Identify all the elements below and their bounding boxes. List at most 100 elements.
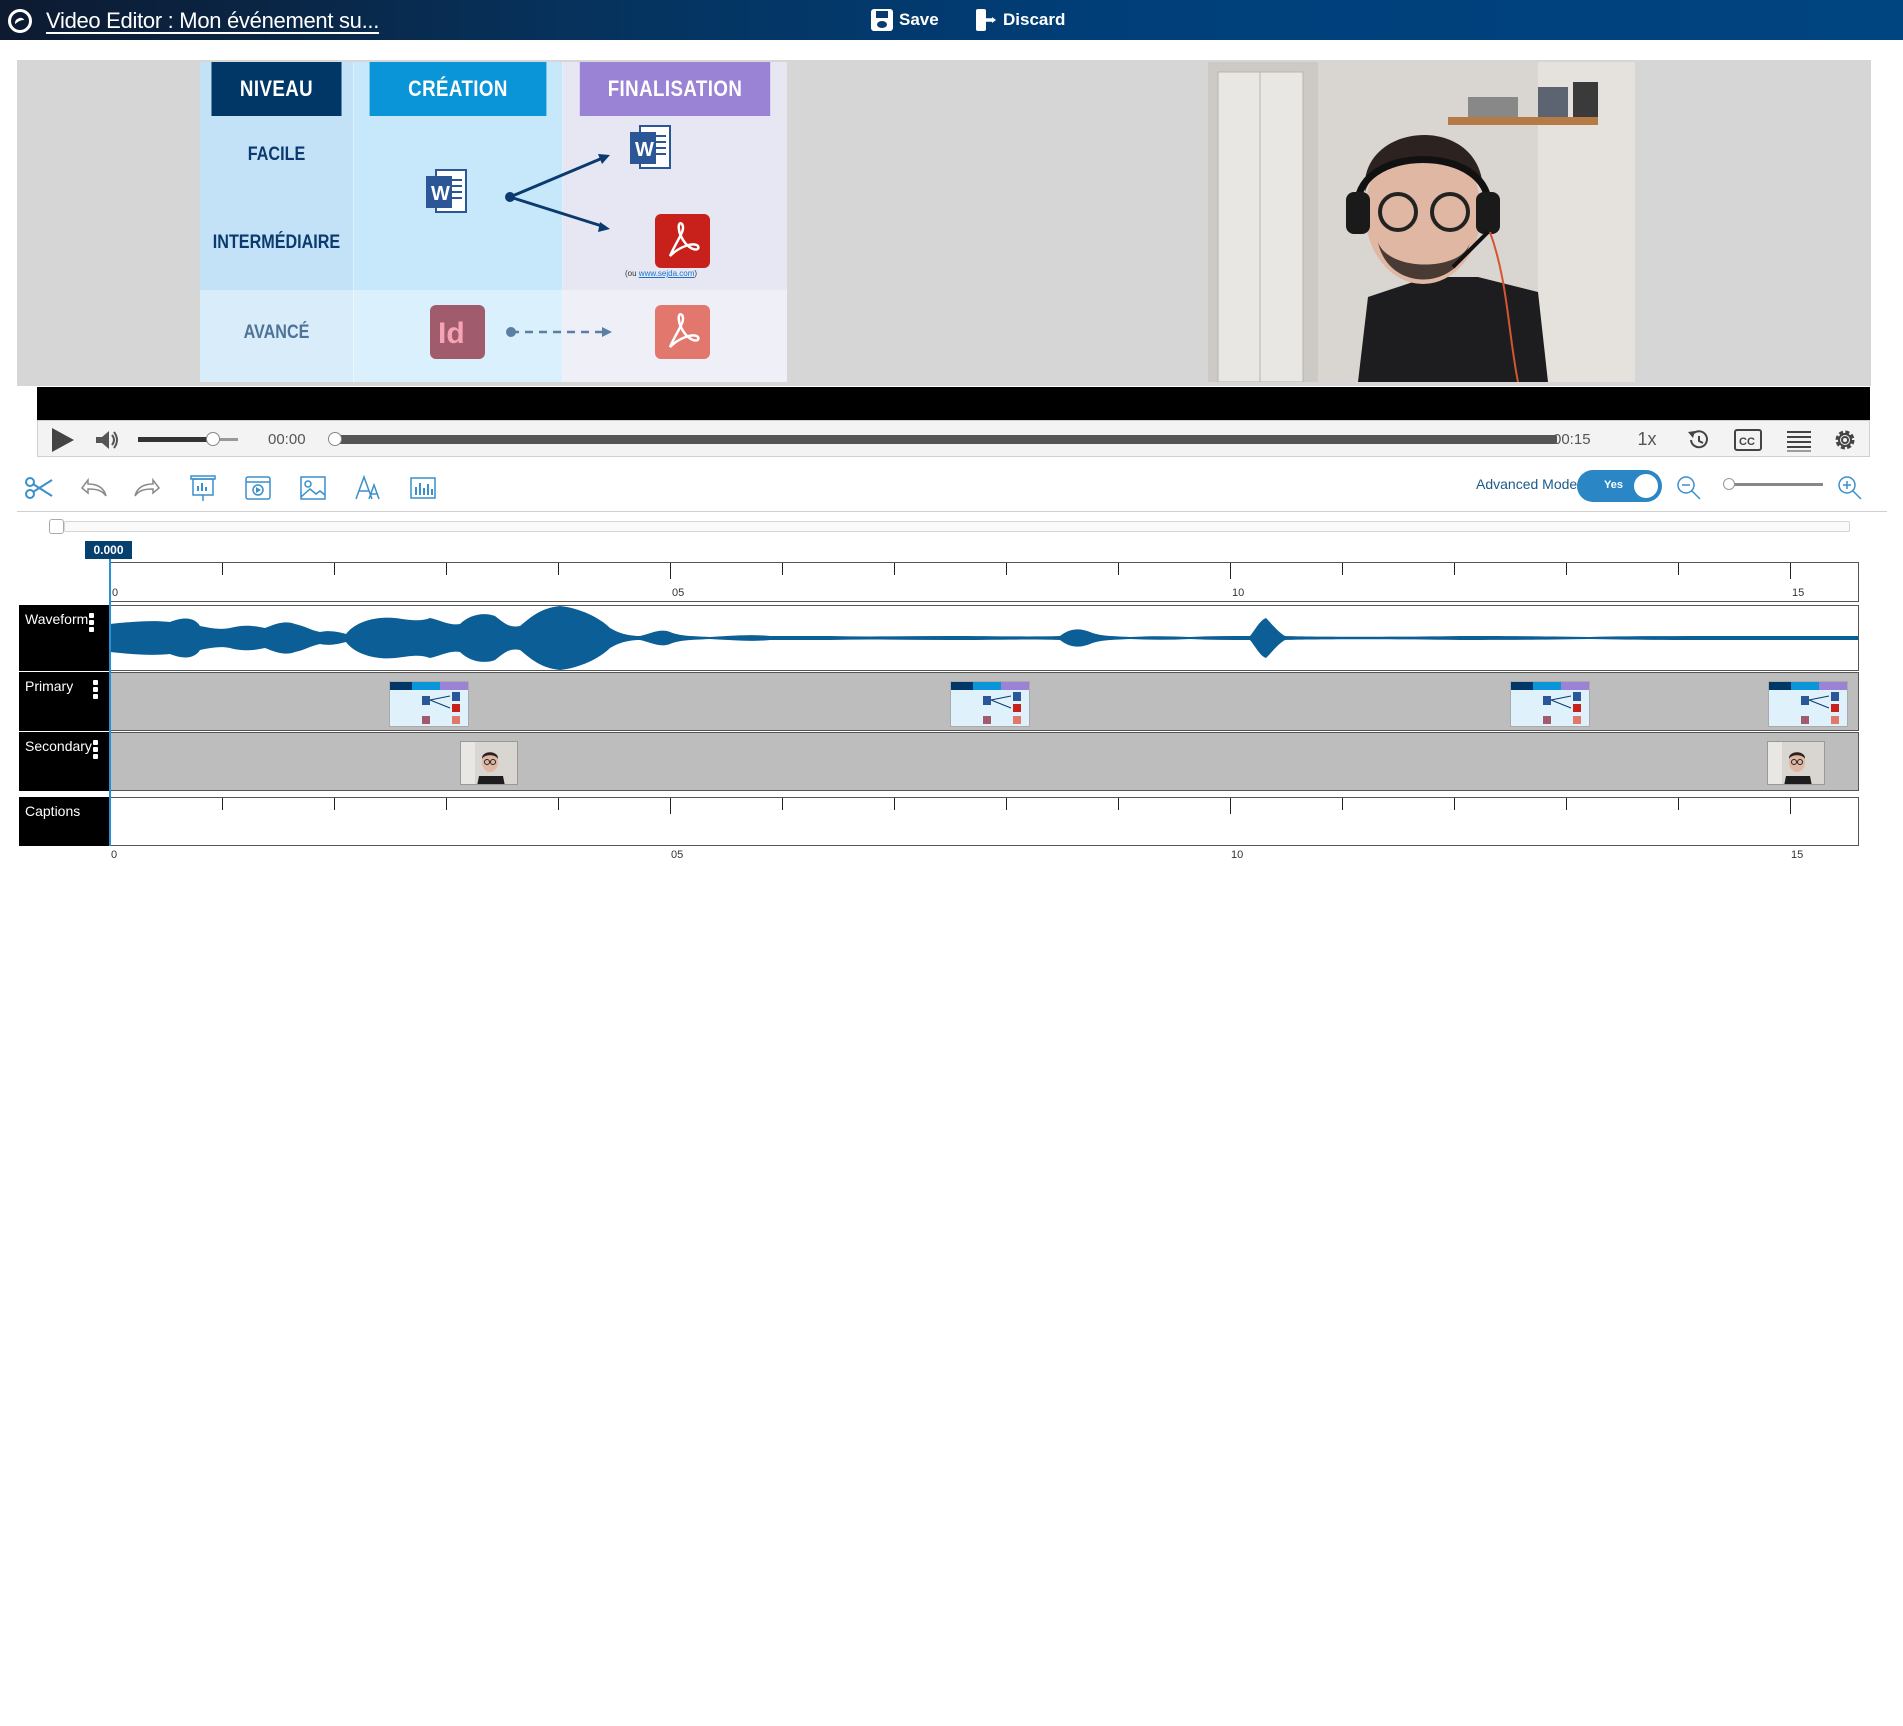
discard-button[interactable]: Discard xyxy=(973,6,1065,34)
primary-clip-thumbnail[interactable] xyxy=(1510,681,1590,727)
ruler-label-bottom: 10 xyxy=(1231,849,1244,861)
word-icon: W xyxy=(426,169,467,213)
seek-bar[interactable] xyxy=(328,432,1557,446)
add-image-button[interactable] xyxy=(296,471,330,505)
track-label-captions: Captions xyxy=(19,797,109,846)
zoom-slider[interactable] xyxy=(1723,478,1823,490)
editor-toolbar: Advanced Mode Yes xyxy=(17,466,1887,510)
video-letterbox xyxy=(37,387,1870,420)
image-icon xyxy=(300,476,326,500)
settings-button[interactable] xyxy=(1828,421,1862,458)
primary-clip-thumbnail[interactable] xyxy=(1768,681,1848,727)
current-time: 00:00 xyxy=(268,431,306,448)
player-controls: 00:00 00:15 1x CC xyxy=(37,420,1870,457)
play-button[interactable] xyxy=(46,421,80,458)
seek-handle[interactable] xyxy=(328,432,342,446)
text-font-icon xyxy=(355,474,380,500)
timeline-scroll-checkbox[interactable] xyxy=(49,519,64,534)
indesign-icon: Id xyxy=(430,305,485,359)
waveform-track[interactable] xyxy=(109,605,1859,671)
pdf-icon xyxy=(655,214,710,268)
add-slides-button[interactable] xyxy=(186,471,220,505)
ruler-label: 05 xyxy=(672,587,685,599)
gear-icon xyxy=(1835,430,1855,449)
timeline-scrollbar[interactable] xyxy=(64,521,1850,532)
ruler-label-bottom: 15 xyxy=(1791,849,1804,861)
undo-button[interactable] xyxy=(76,471,110,505)
presentation-icon xyxy=(190,475,216,501)
page-title: Video Editor : Mon événement su... xyxy=(46,8,380,33)
zoom-in-icon xyxy=(1838,476,1862,500)
cut-button[interactable] xyxy=(22,471,56,505)
secondary-track-menu-icon[interactable] xyxy=(93,740,99,761)
closed-captions-icon: CC xyxy=(1734,428,1762,451)
track-label-primary: Primary xyxy=(19,672,109,731)
toggle-knob xyxy=(1634,474,1658,498)
camera-feed xyxy=(1208,62,1635,382)
ruler-label-bottom: 05 xyxy=(671,849,684,861)
playhead[interactable] xyxy=(109,559,111,846)
secondary-clip-thumbnail[interactable] xyxy=(1767,741,1825,785)
ruler-label-bottom: 0 xyxy=(111,849,118,861)
discard-label: Discard xyxy=(1003,10,1066,29)
audio-levels-button[interactable] xyxy=(406,471,440,505)
add-text-button[interactable] xyxy=(351,471,385,505)
word-icon: W xyxy=(630,125,671,169)
zoom-out-icon xyxy=(1677,476,1701,500)
zoom-handle[interactable] xyxy=(1723,478,1735,490)
advanced-mode-toggle[interactable]: Yes xyxy=(1577,470,1662,502)
chapters-button[interactable] xyxy=(1782,421,1816,458)
track-label-waveform: Waveform xyxy=(19,605,109,671)
add-video-button[interactable] xyxy=(241,471,275,505)
floppy-disk-icon xyxy=(871,9,893,31)
ruler-label: 15 xyxy=(1792,587,1805,599)
save-label: Save xyxy=(899,10,939,29)
timeline-ruler-top[interactable]: 0 05 10 15 xyxy=(109,562,1859,602)
list-icon xyxy=(1787,430,1811,451)
svg-text:Id: Id xyxy=(438,317,465,350)
video-preview[interactable]: NIVEAU CRÉATION FINALISATION FACILE INTE… xyxy=(17,60,1871,386)
slide-diagram: W W Id xyxy=(426,125,710,359)
history-icon xyxy=(1688,429,1708,448)
primary-track-menu-icon[interactable] xyxy=(93,680,99,701)
video-file-icon xyxy=(245,476,271,500)
primary-clip-thumbnail[interactable] xyxy=(950,681,1030,727)
play-icon xyxy=(52,427,74,452)
mute-button[interactable] xyxy=(90,421,124,458)
volume-slider[interactable] xyxy=(138,432,238,446)
duration-time: 00:15 xyxy=(1553,431,1591,448)
app-header: Video Editor : Mon événement su... Save … xyxy=(0,0,1903,40)
playhead-time-badge: 0.000 xyxy=(85,541,132,559)
app-logo-icon xyxy=(8,9,32,33)
primary-clip-thumbnail[interactable] xyxy=(389,681,469,727)
slide-preview: NIVEAU CRÉATION FINALISATION FACILE INTE… xyxy=(200,62,787,382)
svg-text:W: W xyxy=(635,139,654,161)
slide-note: (ou www.sejda.com) xyxy=(625,269,698,278)
ruler-label: 0 xyxy=(112,587,119,599)
rewind-button[interactable] xyxy=(1681,421,1715,458)
ruler-label: 10 xyxy=(1232,587,1245,599)
speaker-icon xyxy=(96,430,118,449)
exit-door-icon xyxy=(973,8,997,32)
redo-button[interactable] xyxy=(131,471,165,505)
svg-text:W: W xyxy=(431,183,450,205)
volume-handle[interactable] xyxy=(206,432,220,446)
captions-button[interactable]: CC xyxy=(1731,421,1765,458)
scissors-icon xyxy=(25,477,53,499)
captions-track[interactable]: 0051015 xyxy=(109,797,1859,846)
zoom-out-button[interactable] xyxy=(1672,471,1706,505)
save-button[interactable]: Save xyxy=(871,6,939,34)
track-label-secondary: Secondary xyxy=(19,732,109,791)
advanced-mode-label: Advanced Mode xyxy=(1476,476,1578,492)
waveform-track-menu-icon[interactable] xyxy=(89,613,95,634)
secondary-clip-thumbnail[interactable] xyxy=(460,741,518,785)
waveform-graph xyxy=(110,606,1858,670)
zoom-in-button[interactable] xyxy=(1833,471,1867,505)
undo-icon xyxy=(80,477,107,497)
secondary-track[interactable] xyxy=(109,732,1859,791)
equalizer-icon xyxy=(410,477,436,499)
playback-speed-button[interactable]: 1x xyxy=(1630,421,1664,458)
svg-text:CC: CC xyxy=(1739,436,1755,448)
redo-icon xyxy=(134,477,161,497)
primary-track[interactable] xyxy=(109,672,1859,731)
